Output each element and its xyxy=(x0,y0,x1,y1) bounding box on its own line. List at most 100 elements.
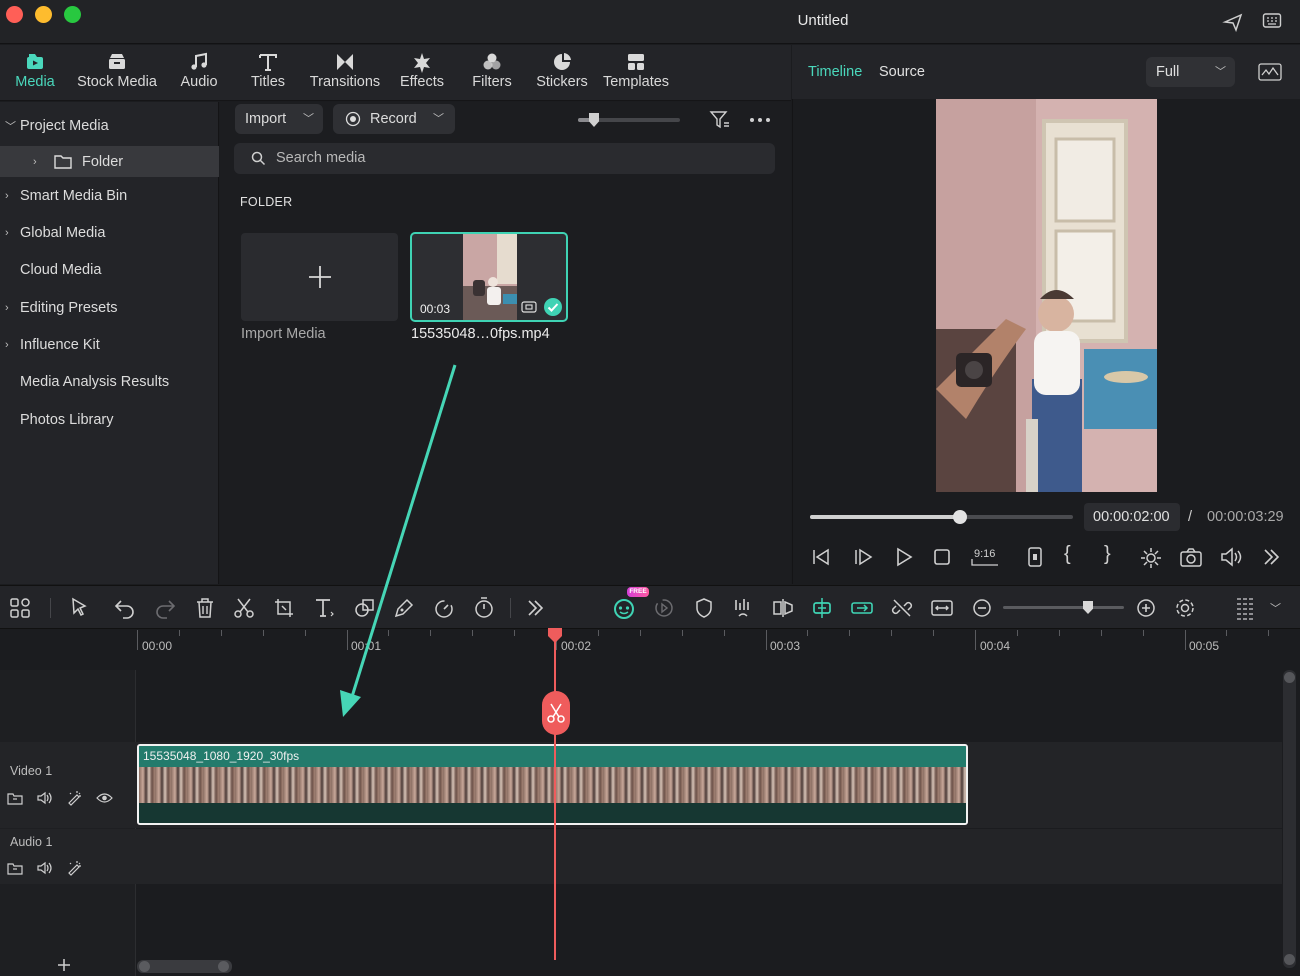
layout-grid-icon[interactable] xyxy=(8,596,32,620)
stop-icon[interactable] xyxy=(931,546,953,568)
add-track-plus-icon[interactable] xyxy=(57,958,71,972)
audio-beat-icon[interactable] xyxy=(731,596,755,620)
video-track-name: Video 1 xyxy=(10,764,53,778)
timeline-ruler[interactable]: 00:00 00:01 00:02 00:03 00:04 00:05 xyxy=(137,630,1300,670)
tab-media[interactable]: Media xyxy=(8,45,62,101)
tab-preview-timeline[interactable]: Timeline xyxy=(808,64,862,80)
track-magic-wand-icon[interactable] xyxy=(66,790,83,806)
tab-stickers[interactable]: Stickers xyxy=(532,45,592,101)
search-media-field[interactable]: Search media xyxy=(234,143,775,174)
pen-draw-icon[interactable] xyxy=(392,596,416,620)
duration-timer-icon[interactable] xyxy=(472,596,496,620)
shield-mask-icon[interactable] xyxy=(692,596,716,620)
waveform-monitor-icon[interactable] xyxy=(1258,63,1282,81)
crop-icon[interactable] xyxy=(272,596,296,620)
undo-icon[interactable] xyxy=(113,596,137,620)
track-lock-folder-icon[interactable] xyxy=(7,790,23,806)
more-controls-chevron-icon[interactable] xyxy=(1260,546,1282,568)
media-clip-thumbnail[interactable]: 00:03 xyxy=(410,232,568,322)
auto-reframe-icon[interactable] xyxy=(652,596,676,620)
keyboard-icon[interactable] xyxy=(1262,12,1282,30)
sidebar-item-influence-kit[interactable]: › Influence Kit xyxy=(0,328,219,362)
speed-ramp-icon[interactable] xyxy=(432,596,456,620)
playhead-line[interactable] xyxy=(554,630,556,960)
select-pointer-icon[interactable] xyxy=(68,596,92,620)
current-time-display[interactable]: 00:00:02:00 xyxy=(1084,503,1180,531)
tab-effects[interactable]: Effects xyxy=(395,45,449,101)
tab-titles[interactable]: Titles xyxy=(244,45,292,101)
progress-thumb[interactable] xyxy=(952,510,967,524)
zoom-in-icon[interactable] xyxy=(1134,596,1158,620)
redo-icon[interactable] xyxy=(153,596,177,620)
sidebar-item-project-media[interactable]: ﹀ Project Media xyxy=(0,109,219,143)
tab-preview-source[interactable]: Source xyxy=(879,64,925,80)
thumbnail-size-slider[interactable] xyxy=(578,113,680,127)
sidebar-item-editing-presets[interactable]: › Editing Presets xyxy=(0,291,219,325)
track-lock-folder-icon[interactable] xyxy=(7,860,23,876)
tab-templates[interactable]: Templates xyxy=(600,45,672,101)
import-dropdown-button[interactable]: Import ﹀ xyxy=(235,104,323,134)
track-height-icon[interactable] xyxy=(1233,596,1257,620)
track-magic-wand-icon[interactable] xyxy=(66,860,83,876)
timeline-vertical-scrollbar[interactable] xyxy=(1283,670,1296,968)
auto-ripple-icon[interactable] xyxy=(850,596,874,620)
send-icon[interactable] xyxy=(1222,11,1244,33)
search-input[interactable]: Search media xyxy=(276,150,365,166)
mark-in-icon[interactable]: { xyxy=(1064,543,1071,566)
shape-mask-icon[interactable] xyxy=(353,596,377,620)
snapshot-camera-icon[interactable] xyxy=(1179,546,1203,568)
quality-dropdown[interactable]: Full ﹀ xyxy=(1146,57,1235,87)
zoom-out-icon[interactable] xyxy=(970,596,994,620)
playhead-split-button[interactable] xyxy=(542,691,570,735)
track-volume-icon[interactable] xyxy=(36,790,53,806)
filter-funnel-icon[interactable] xyxy=(709,109,731,131)
unlink-icon[interactable] xyxy=(890,596,914,620)
more-tools-chevron-icon[interactable] xyxy=(523,596,547,620)
sidebar-item-folder[interactable]: › Folder xyxy=(0,146,219,177)
ai-mate-icon[interactable] xyxy=(612,596,638,620)
split-scissors-icon[interactable] xyxy=(232,596,256,620)
next-frame-icon[interactable] xyxy=(852,546,874,568)
track-visibility-eye-icon[interactable] xyxy=(96,791,113,805)
delete-trash-icon[interactable] xyxy=(193,596,217,620)
zoom-slider-thumb[interactable] xyxy=(1083,601,1093,614)
track-volume-icon[interactable] xyxy=(36,860,53,876)
volume-icon[interactable] xyxy=(1219,546,1243,568)
snap-magnet-icon[interactable] xyxy=(810,596,834,620)
star-burst-icon xyxy=(414,53,430,73)
sidebar-item-cloud-media[interactable]: Cloud Media xyxy=(0,253,219,287)
timeline-zoom-slider[interactable] xyxy=(1003,601,1124,614)
text-tool-icon[interactable] xyxy=(312,596,336,620)
import-media-card[interactable] xyxy=(241,233,398,321)
preview-progress-bar[interactable] xyxy=(810,510,1073,524)
filters-circles-icon xyxy=(483,53,501,70)
sidebar-item-photos-library[interactable]: Photos Library xyxy=(0,403,219,437)
chevron-down-icon[interactable]: ﹀ xyxy=(1270,600,1281,616)
text-t-icon xyxy=(259,54,277,71)
timeline-settings-gear-icon[interactable] xyxy=(1173,596,1197,620)
timeline-video-clip[interactable]: 15535048_1080_1920_30fps xyxy=(137,744,968,825)
record-dropdown-button[interactable]: Record ﹀ xyxy=(333,104,455,134)
tab-stock-media[interactable]: Stock Media xyxy=(72,45,162,101)
tab-transitions[interactable]: Transitions xyxy=(305,45,385,101)
playhead-handle[interactable] xyxy=(547,628,563,644)
sidebar-item-smart-media-bin[interactable]: › Smart Media Bin xyxy=(0,179,219,213)
previous-frame-icon[interactable] xyxy=(810,546,832,568)
play-icon[interactable] xyxy=(892,546,914,568)
tab-audio[interactable]: Audio xyxy=(174,45,224,101)
media-tab-bar: Media Stock Media Audio Titles Transitio… xyxy=(0,45,791,101)
mark-out-icon[interactable]: } xyxy=(1104,543,1111,566)
mirror-split-icon[interactable] xyxy=(771,596,795,620)
sidebar-item-media-analysis-results[interactable]: Media Analysis Results xyxy=(0,365,219,399)
media-library-pane xyxy=(220,102,791,584)
fit-timeline-icon[interactable] xyxy=(930,596,954,620)
title-bar: Untitled xyxy=(0,0,1300,44)
audio-track-name: Audio 1 xyxy=(10,835,53,849)
aspect-ratio-button[interactable]: 9:16 xyxy=(970,545,1000,569)
render-settings-icon[interactable] xyxy=(1139,546,1163,570)
fullscreen-portrait-icon[interactable] xyxy=(1024,546,1046,568)
more-options-icon[interactable] xyxy=(749,117,771,123)
sidebar-item-global-media[interactable]: › Global Media xyxy=(0,216,219,250)
timeline-horizontal-scrollbar[interactable] xyxy=(137,960,232,973)
tab-filters[interactable]: Filters xyxy=(467,45,517,101)
